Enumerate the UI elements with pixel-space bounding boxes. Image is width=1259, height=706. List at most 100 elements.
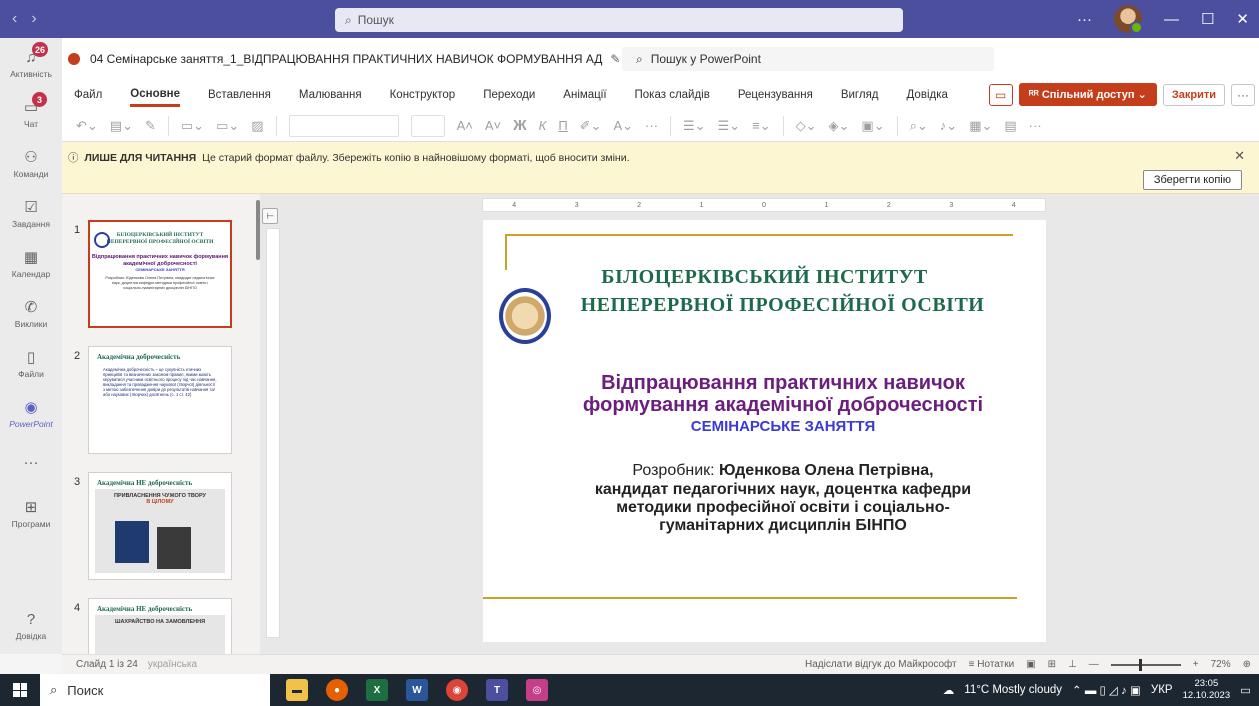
zoom-in-icon[interactable]: + — [1193, 659, 1199, 670]
rail-item-teams[interactable]: ⚇ Команди — [0, 138, 62, 188]
layout-icon[interactable]: ▭⌄ — [216, 118, 239, 134]
picture-icon[interactable]: ▨ — [251, 118, 263, 134]
ppt-search-input[interactable]: ⌕ Пошук у PowerPoint — [622, 47, 994, 71]
rail-item-files[interactable]: ▯ Файли — [0, 338, 62, 388]
document-title[interactable]: 04 Семінарське заняття_1_ВІДПРАЦЮВАННЯ П… — [90, 52, 602, 66]
font-size-select[interactable] — [410, 114, 445, 137]
clock[interactable]: 23:05 12.10.2023 — [1183, 678, 1231, 702]
tab-file[interactable]: Файл — [74, 85, 102, 105]
back-icon[interactable]: ‹ — [12, 10, 17, 28]
bullets-icon[interactable]: ☰⌄ — [683, 118, 706, 134]
more-options-button[interactable]: ··· — [1077, 11, 1092, 28]
keyboard-language[interactable]: УКР — [1151, 684, 1173, 696]
tab-view[interactable]: Вигляд — [841, 85, 879, 105]
rail-item-help[interactable]: ? Довідка — [0, 600, 62, 650]
normal-view-icon[interactable]: ▣ — [1026, 659, 1035, 670]
tab-draw[interactable]: Малювання — [299, 85, 362, 105]
slide-thumbnail-2[interactable]: Академічна доброчесність Академічна добр… — [88, 346, 232, 454]
tab-review[interactable]: Рецензування — [738, 85, 813, 105]
slide-title: Відпрацювання практичних навичок формува… — [543, 372, 1023, 416]
avatar[interactable] — [1113, 5, 1143, 34]
new-slide-icon[interactable]: ▭⌄ — [181, 118, 204, 134]
increase-font-icon[interactable]: A˄ — [457, 118, 473, 133]
current-slide[interactable]: БІЛОЦЕРКІВСЬКИЙ ІНСТИТУТ НЕПЕРЕРВНОЇ ПРО… — [483, 220, 1046, 642]
bold-icon[interactable]: Ж — [513, 117, 527, 134]
word-icon[interactable]: W — [406, 679, 428, 701]
underline-icon[interactable]: П — [558, 118, 567, 133]
forward-icon[interactable]: › — [31, 10, 36, 28]
taskbar-search-input[interactable]: ⌕ Поиск — [40, 674, 270, 706]
notes-button[interactable]: ≡ Нотатки — [969, 659, 1015, 670]
tab-insert[interactable]: Вставлення — [208, 85, 271, 105]
viber-icon[interactable]: ◎ — [526, 679, 548, 701]
panel-toggle-icon[interactable]: ⊢ — [262, 208, 278, 224]
slide-thumbnail-4[interactable]: Академічна НЕ доброчесність ШАХРАЙСТВО Н… — [88, 598, 232, 654]
sorter-view-icon[interactable]: ⊞ — [1048, 659, 1056, 670]
zoom-slider[interactable] — [1110, 658, 1181, 671]
align-icon[interactable]: ≡⌄ — [752, 118, 770, 134]
fill-icon[interactable]: ◈⌄ — [829, 118, 850, 134]
share-button[interactable]: ᴿᴿ Спільний доступ ⌄ — [1018, 83, 1157, 106]
zoom-level[interactable]: 72% — [1211, 659, 1231, 670]
minimize-button[interactable]: — — [1164, 11, 1179, 28]
slide-thumbnail-3[interactable]: Академічна НЕ доброчесність ПРИВЛАСНЕННЯ… — [88, 472, 232, 580]
tab-animations[interactable]: Анімації — [563, 85, 606, 105]
teams-search-input[interactable]: ⌕ Пошук — [335, 8, 903, 32]
rail-item-tasks[interactable]: ☑ Завдання — [0, 188, 62, 238]
fit-slide-icon[interactable]: ⊕ — [1243, 659, 1251, 670]
rail-item-powerpoint[interactable]: ◉ PowerPoint — [0, 388, 62, 438]
slide-thumbnail-1[interactable]: БІЛОЦЕРКІВСЬКИЙ ІНСТИТУТ НЕПЕРЕРВНОЇ ПРОФ… — [88, 220, 232, 328]
font-color-icon[interactable]: A⌄ — [613, 118, 633, 134]
rail-item-calls[interactable]: ✆ Виклики — [0, 288, 62, 338]
close-icon[interactable]: ✕ — [1234, 148, 1245, 164]
excel-icon[interactable]: X — [366, 679, 388, 701]
undo-icon[interactable]: ↶⌄ — [76, 118, 98, 134]
notifications-icon[interactable]: ▭ — [1240, 683, 1251, 697]
close-window-button[interactable]: ✕ — [1236, 10, 1249, 28]
addins-icon[interactable]: ▤ — [1004, 118, 1016, 134]
firefox-icon[interactable]: ● — [326, 679, 348, 701]
zoom-handle[interactable] — [1138, 658, 1142, 671]
tray-icons[interactable]: ⌃ ▬ ▯ ◿ ♪ ▣ — [1072, 683, 1141, 697]
zoom-out-icon[interactable]: — — [1089, 659, 1099, 670]
close-document-button[interactable]: Закрити — [1162, 83, 1225, 106]
maximize-button[interactable]: ☐ — [1201, 10, 1214, 28]
tab-home[interactable]: Основне — [130, 84, 181, 107]
rail-item-activity[interactable]: ♫ 26 Активність — [0, 38, 62, 88]
more-toolbar-icon[interactable]: ··· — [1029, 118, 1042, 133]
rail-item-calendar[interactable]: ▦ Календар — [0, 238, 62, 288]
font-family-select[interactable] — [288, 114, 399, 137]
tab-design[interactable]: Конструктор — [390, 85, 456, 105]
tab-help[interactable]: Довідка — [907, 85, 948, 105]
rail-item-apps[interactable]: ⊞ Програми — [0, 488, 62, 538]
tab-transitions[interactable]: Переходи — [483, 85, 535, 105]
start-button[interactable] — [0, 683, 40, 697]
tab-slideshow[interactable]: Показ слайдів — [635, 85, 710, 105]
more-options-button[interactable]: ··· — [1231, 83, 1255, 106]
save-copy-button[interactable]: Зберегти копію — [1142, 170, 1242, 190]
more-font-icon[interactable]: ··· — [645, 118, 658, 133]
chrome-icon[interactable]: ◉ — [446, 679, 468, 701]
shapes-icon[interactable]: ◇⌄ — [796, 118, 817, 134]
find-icon[interactable]: ⌕⌄ — [910, 118, 928, 134]
app-rail: ♫ 26 Активність ▭ 3 Чат ⚇ Команди ☑ Завд… — [0, 38, 62, 654]
feedback-link[interactable]: Надіслати відгук до Майкрософт — [805, 659, 957, 670]
rail-item-more[interactable]: ··· — [0, 438, 62, 488]
reading-view-icon[interactable]: ⊥ — [1068, 659, 1077, 670]
dictate-icon[interactable]: ♪⌄ — [940, 118, 957, 134]
designer-icon[interactable]: ▦⌄ — [969, 118, 992, 134]
decrease-font-icon[interactable]: A˅ — [485, 118, 501, 133]
numbering-icon[interactable]: ☰⌄ — [718, 118, 741, 134]
paste-icon[interactable]: ▤⌄ — [110, 118, 133, 134]
explorer-icon[interactable]: ▬ — [286, 679, 308, 701]
language-indicator[interactable]: українська — [148, 659, 197, 670]
highlight-icon[interactable]: ✐⌄ — [580, 118, 602, 134]
italic-icon[interactable]: К — [539, 118, 547, 133]
file-icon: ▯ — [26, 349, 36, 366]
rail-item-chat[interactable]: ▭ 3 Чат — [0, 88, 62, 138]
arrange-icon[interactable]: ▣⌄ — [861, 118, 884, 134]
weather-text[interactable]: 11°C Mostly cloudy — [964, 684, 1062, 696]
comments-button[interactable]: ▭ — [988, 83, 1013, 106]
teams-app-icon[interactable]: T — [486, 679, 508, 701]
format-painter-icon[interactable]: ✎ — [145, 118, 156, 134]
